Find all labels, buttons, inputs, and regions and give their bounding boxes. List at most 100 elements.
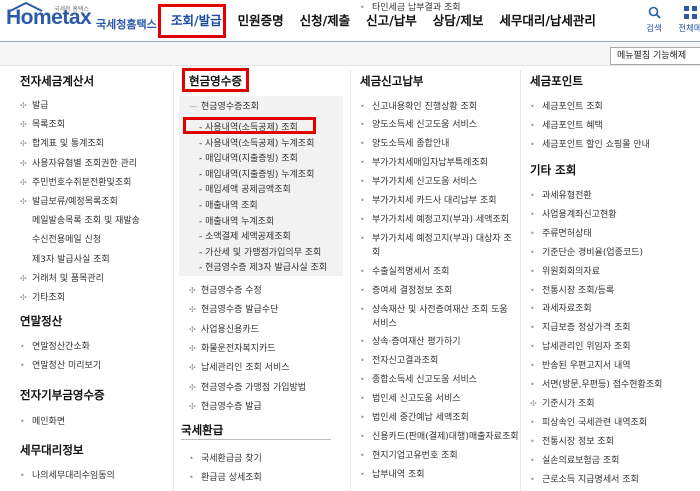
menu-item[interactable]: • 연말정산 미리보기: [20, 358, 101, 371]
bullet-icon: ✣: [189, 382, 196, 392]
menu-item[interactable]: ✣ 현금영수증 발급수단: [189, 302, 278, 315]
menu-item[interactable]: • 국세환급금 찾기: [189, 451, 262, 464]
menu-item[interactable]: • 사업용계좌신고현황: [530, 207, 617, 220]
submenu-item[interactable]: - 매입내역(지출증빙) 누계조회: [199, 167, 314, 180]
submenu-item[interactable]: 제3자 발급사실 조회: [32, 252, 110, 265]
menu-item[interactable]: • 신고내용확인 진행상황 조회: [360, 99, 477, 112]
menu-item[interactable]: • 상속재산 및 사전증여재산 조회 도움: [360, 302, 508, 315]
menu-item[interactable]: • 종합소득세 신고도움 서비스: [360, 372, 477, 385]
menu-item[interactable]: • 타인세금 납부결과 조회: [360, 0, 461, 13]
menu-expand-toggle[interactable]: 메뉴펼침 기능해제: [610, 47, 700, 65]
menu-item[interactable]: • 실손의료보험금 조회: [530, 453, 619, 466]
menu-item[interactable]: ✣ 발급보류/예정목록조회: [20, 194, 118, 207]
menu-item-label: 메인화면: [32, 417, 66, 427]
menu-item[interactable]: ✣ 사용자유형별 조회권한 관리: [20, 156, 137, 169]
menu-item-continued[interactable]: 회: [372, 245, 380, 258]
hometax-logo[interactable]: Hometax 국세청 홈택스 국세청홈택스: [6, 2, 157, 38]
submenu-item[interactable]: - 매입내역(지출증빙) 조회: [199, 151, 298, 164]
bullet-icon: •: [530, 247, 535, 257]
menu-item-label: 연말정산 미리보기: [32, 361, 102, 371]
menu-item[interactable]: ✣ 목록조회: [20, 117, 65, 130]
menu-item[interactable]: ✣ 주민번호수취분전환및조회: [20, 175, 131, 188]
submenu-item[interactable]: - 소액결제 세액공제조회: [199, 229, 291, 242]
menu-item[interactable]: • 상속·증여재산 평가하기: [360, 334, 461, 347]
menu-item-label: 서면(방문,우편등) 접수현황조회: [542, 380, 663, 390]
menu-item[interactable]: ✣ 합계표 및 통계조회: [20, 136, 104, 149]
menu-item[interactable]: ✣ 현금영수증 가맹점 가입방법: [189, 380, 306, 393]
menu-item[interactable]: • 지급보증 정상가격 조회: [530, 320, 631, 333]
menu-item[interactable]: ✣ 사업용신용카드: [189, 322, 259, 335]
menu-item[interactable]: ✣ 기준시가 조회: [530, 396, 595, 409]
submenu-item[interactable]: - 가산세 및 가맹점가입의무 조회: [199, 245, 321, 258]
menu-item[interactable]: • 부가가치세 예정고지(부과) 대상자 조: [360, 231, 512, 244]
gnb-item[interactable]: 민원증명: [230, 0, 292, 42]
submenu-item[interactable]: - 매출내역 누계조회: [199, 214, 274, 227]
menu-item[interactable]: • 신용카드(판매(결제)대행)매출자료조회: [360, 429, 519, 442]
all-menu-button[interactable]: 전체메: [676, 6, 700, 34]
menu-group[interactable]: — 현금영수증조회: [189, 99, 259, 112]
logo-korean: 국세청홈택스: [96, 18, 157, 31]
menu-item[interactable]: ✣ 기타조회: [20, 290, 65, 303]
menu-item[interactable]: • 과세자료조회: [530, 301, 592, 314]
highlight-box: [158, 4, 226, 38]
menu-item-continued-label: 회: [372, 248, 381, 258]
section-title: 세금신고납부: [360, 74, 424, 88]
menu-item[interactable]: • 납부내역 조회: [360, 467, 425, 480]
menu-item[interactable]: • 납세관리인 위임자 조회: [530, 339, 631, 352]
bullet-icon: •: [530, 140, 535, 149]
menu-item[interactable]: • 부가가치세 카드사 대리납부 조회: [360, 193, 497, 206]
submenu-item[interactable]: - 매출내역 조회: [199, 198, 258, 211]
menu-item[interactable]: • 법인세 신고도움 서비스: [360, 391, 461, 404]
menu-item[interactable]: • 증여세 결정정보 조회: [360, 283, 452, 296]
menu-item[interactable]: • 위원회회의자료: [530, 264, 600, 277]
menu-item[interactable]: • 나의세무대리수임동의: [20, 468, 115, 481]
menu-item[interactable]: • 연말정산간소화: [20, 339, 90, 352]
menu-item[interactable]: • 전통시장 조회/등록: [530, 283, 614, 296]
section-title: 전자세금계산서: [20, 74, 95, 88]
menu-item[interactable]: • 세금포인트 할인 쇼핑몰 안내: [530, 137, 650, 150]
menu-item[interactable]: ✣ 납세관리인 조회 서비스: [189, 360, 290, 373]
menu-item[interactable]: • 주류면허상태: [530, 226, 592, 239]
submenu-item[interactable]: - 매입세액 공제금액조회: [199, 182, 291, 195]
gnb-item[interactable]: 신청/제출: [292, 0, 359, 42]
grid-menu-icon: [683, 6, 697, 19]
menu-item[interactable]: • 피상속인 국세관련 내역조회: [530, 415, 647, 428]
menu-item-label: 현금영수증 발급: [201, 401, 262, 412]
menu-item[interactable]: • 세금포인트 조회: [530, 99, 603, 112]
menu-item[interactable]: ✣ 발급: [20, 98, 49, 111]
menu-item-continued[interactable]: 서비스: [372, 316, 397, 329]
menu-item[interactable]: • 양도소득세 신고도움 서비스: [360, 117, 477, 130]
submenu-item[interactable]: - 현금영수증 제3자 발급사실 조회: [199, 260, 327, 273]
menu-item[interactable]: • 부가가치세 예정고지(부과) 세액조회: [360, 212, 509, 225]
submenu-item-label: - 가산세 및 가맹점가입의무 조회: [199, 247, 322, 258]
menu-item[interactable]: • 수출실적명세서 조회: [360, 264, 449, 277]
menu-item[interactable]: • 양도소득세 종합안내: [360, 136, 449, 149]
menu-item[interactable]: • 전자신고결과조회: [360, 353, 438, 366]
menu-item[interactable]: ✣ 현금영수증 수정: [189, 283, 262, 296]
menu-item[interactable]: • 서면(방문,우편등) 접수현황조회: [530, 377, 662, 390]
search-icon: [648, 6, 661, 19]
menu-item[interactable]: • 부가가치세매입자납부특례조회: [360, 155, 488, 168]
menu-item[interactable]: ✣ 거래처 및 품목관리: [20, 271, 104, 284]
menu-item[interactable]: • 현지기업고유번호 조회: [360, 448, 458, 461]
gnb-item[interactable]: 세무대리/납세관리: [491, 0, 604, 42]
search-button[interactable]: 검색: [640, 6, 668, 34]
menu-item[interactable]: • 메인화면: [20, 414, 65, 427]
menu-item[interactable]: • 전통시장 정보 조회: [530, 434, 614, 447]
menu-item[interactable]: • 부가가치세 신고도움 서비스: [360, 174, 477, 187]
menu-item[interactable]: • 세금포인트 혜택: [530, 118, 603, 131]
menu-item-label: 전자신고결과조회: [372, 356, 439, 366]
submenu-item[interactable]: 메일발송목록 조회 및 재발송: [32, 213, 140, 226]
menu-item[interactable]: • 근로소득 지급명세서 조회: [530, 472, 639, 485]
menu-item[interactable]: • 환급금 상세조회: [189, 470, 262, 483]
menu-item[interactable]: ✣ 화물운전자복지카드: [189, 341, 276, 354]
menu-item-label: 전통시장 정보 조회: [542, 436, 614, 447]
menu-item[interactable]: • 법인세 중간예납 세액조회: [360, 410, 469, 423]
menu-item[interactable]: • 과세유형전환: [530, 188, 592, 201]
menu-item[interactable]: ✣ 현금영수증 발급: [189, 399, 262, 412]
bullet-icon: •: [360, 413, 365, 422]
menu-item[interactable]: • 반송된 우편고지서 내역: [530, 358, 631, 371]
menu-item[interactable]: • 기준단순 경비율(업종코드): [530, 245, 643, 258]
submenu-item[interactable]: - 사용내역(소득공제) 누계조회: [199, 136, 314, 149]
submenu-item[interactable]: 수신전용메일 신청: [32, 232, 101, 245]
